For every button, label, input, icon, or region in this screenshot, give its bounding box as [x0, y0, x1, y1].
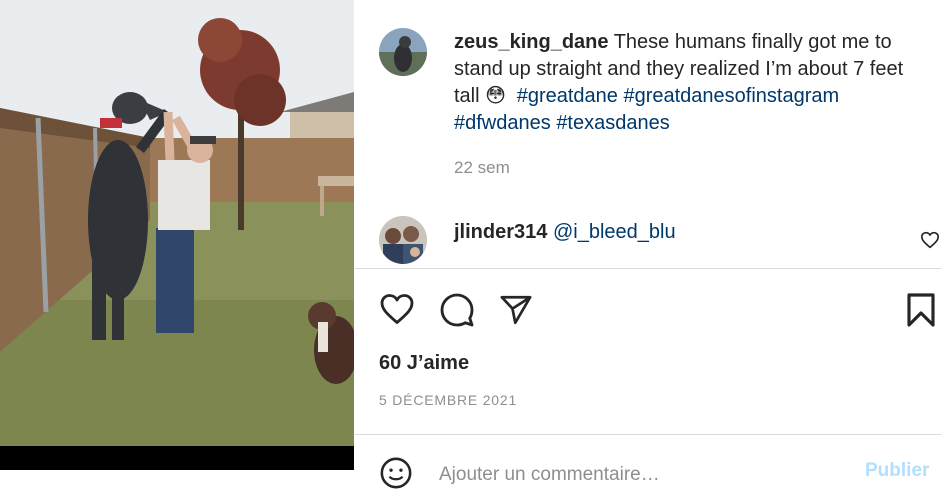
hashtag-link[interactable]: #greatdanesofinstagram [623, 85, 839, 107]
paper-plane-icon[interactable] [498, 293, 534, 327]
comment-username[interactable]: jlinder314 [454, 221, 547, 243]
author-username[interactable]: zeus_king_dane [454, 31, 609, 53]
add-comment-bar: Publier [355, 436, 941, 490]
author-avatar-image [379, 28, 427, 76]
comment-mention[interactable]: @i_bleed_blu [553, 221, 676, 243]
post-date: 5 DÉCEMBRE 2021 [379, 392, 518, 408]
emoji-icon[interactable] [379, 456, 413, 490]
hashtag-link[interactable]: #greatdane [517, 85, 618, 107]
commenter-avatar-image [379, 216, 427, 264]
divider [355, 434, 941, 435]
comment-bubble-icon[interactable] [439, 292, 475, 328]
commenter-avatar[interactable] [379, 216, 427, 264]
heart-icon[interactable] [379, 292, 415, 326]
comment-item: jlinder314 @i_bleed_blu [454, 219, 676, 246]
hashtag-link[interactable]: #dfwdanes [454, 112, 551, 134]
post-photo[interactable] [0, 0, 354, 470]
post-photo-image [0, 0, 354, 470]
post-caption: zeus_king_dane These humans finally got … [454, 29, 934, 137]
divider [355, 268, 941, 269]
bookmark-icon[interactable] [906, 292, 936, 328]
author-avatar[interactable] [379, 28, 427, 76]
post-time-ago[interactable]: 22 sem [454, 158, 510, 178]
post-details: zeus_king_dane These humans finally got … [355, 0, 941, 490]
comment-input[interactable] [439, 460, 839, 490]
publish-button[interactable]: Publier [865, 460, 929, 482]
caption-emoji: 😳 [485, 85, 506, 107]
hashtag-link[interactable]: #texasdanes [556, 112, 669, 134]
likes-count[interactable]: 60 J’aime [379, 352, 469, 375]
comment-like-heart-icon[interactable] [920, 231, 940, 249]
